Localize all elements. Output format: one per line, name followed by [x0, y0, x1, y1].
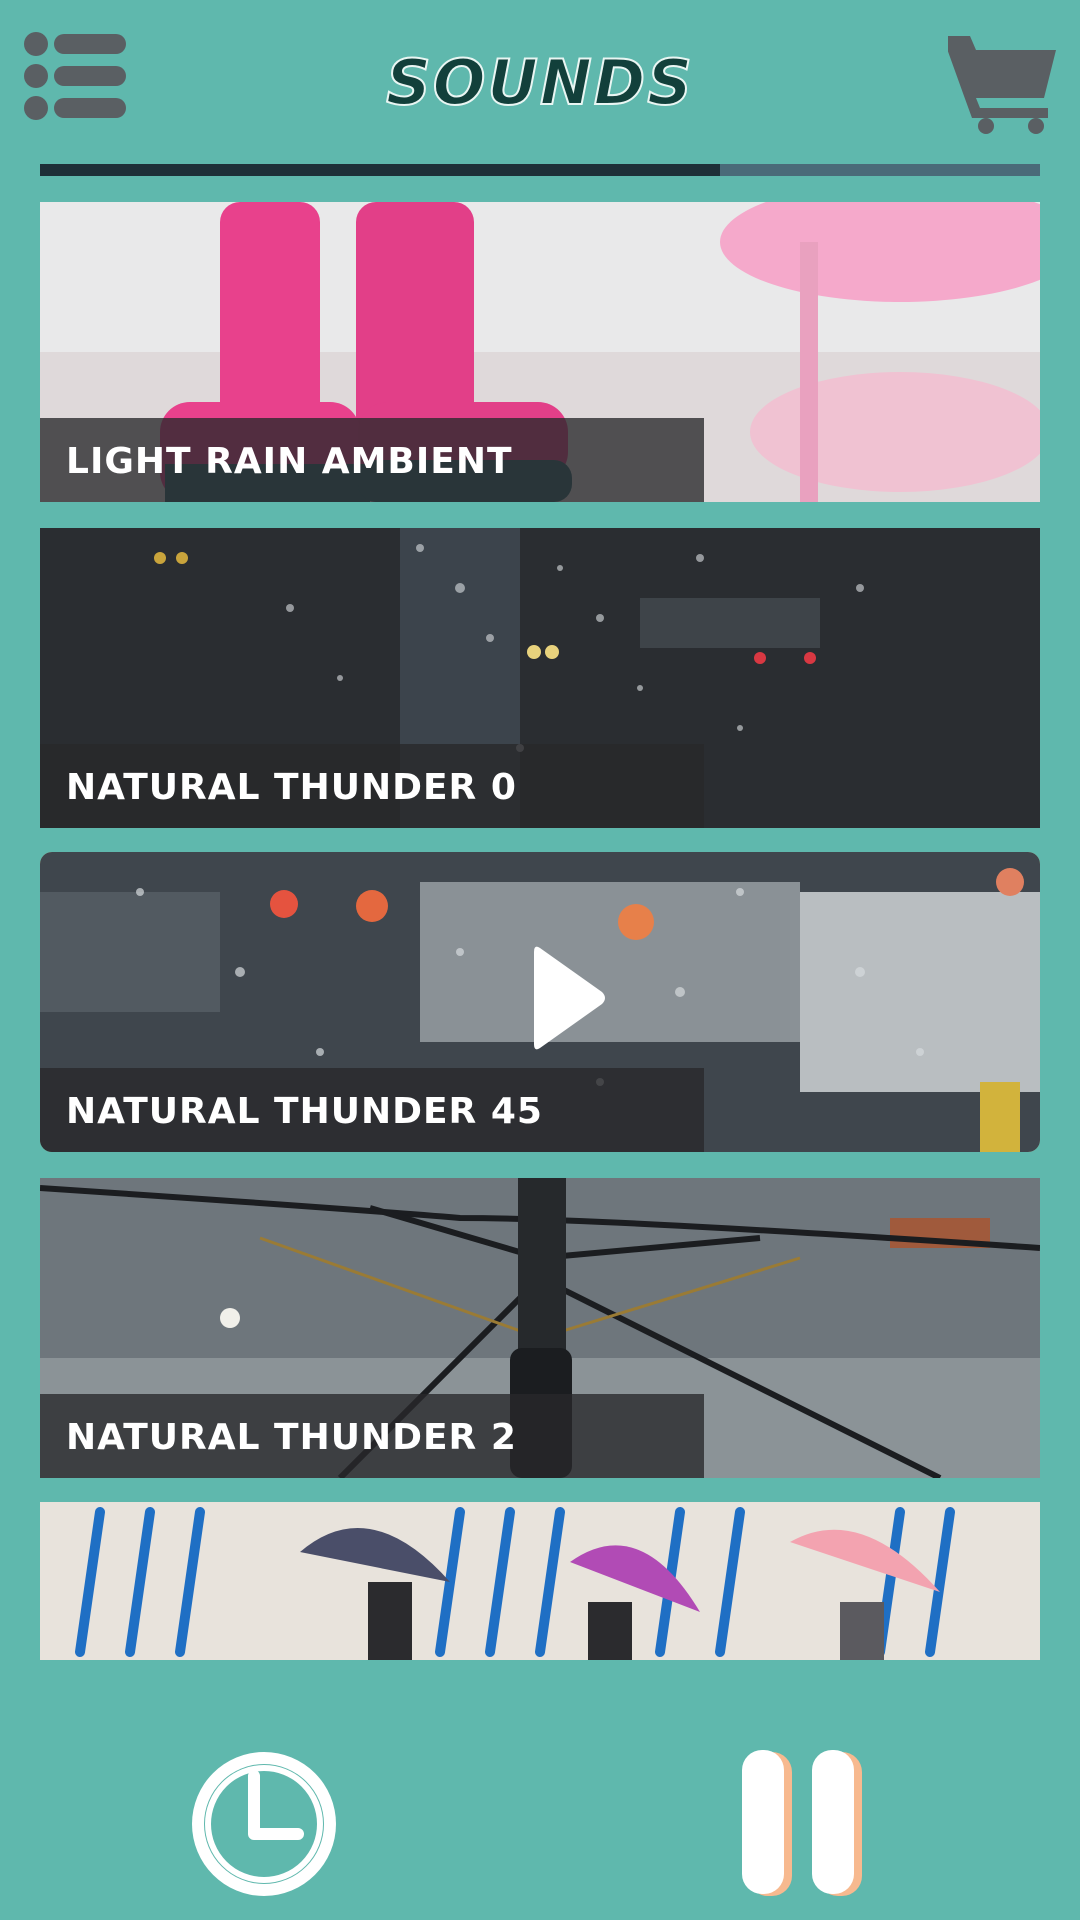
sound-title: NATURAL THUNDER 2: [66, 1417, 517, 1458]
sound-title: NATURAL THUNDER 0: [66, 767, 517, 808]
play-icon[interactable]: [530, 942, 608, 1054]
sound-card-partial[interactable]: [40, 1502, 1040, 1660]
player-bar: [0, 1660, 1080, 1920]
sound-card-natural-thunder-2[interactable]: NATURAL THUNDER 2: [40, 1178, 1040, 1478]
sound-list[interactable]: LIGHT RAIN AMBIENT NATURAL THUNDER 0 NAT…: [40, 0, 1040, 1660]
partial-card-top[interactable]: [40, 164, 1040, 176]
sound-title: NATURAL THUNDER 45: [66, 1091, 543, 1132]
sound-title: LIGHT RAIN AMBIENT: [66, 441, 513, 482]
umbrellas-mural-image: [40, 1502, 1040, 1660]
sound-card-light-rain[interactable]: LIGHT RAIN AMBIENT: [40, 202, 1040, 502]
sound-card-natural-thunder-45[interactable]: NATURAL THUNDER 45: [40, 852, 1040, 1152]
sound-card-natural-thunder-0[interactable]: NATURAL THUNDER 0: [40, 528, 1040, 828]
clock-icon[interactable]: [186, 1746, 342, 1902]
pause-icon[interactable]: [742, 1750, 866, 1900]
